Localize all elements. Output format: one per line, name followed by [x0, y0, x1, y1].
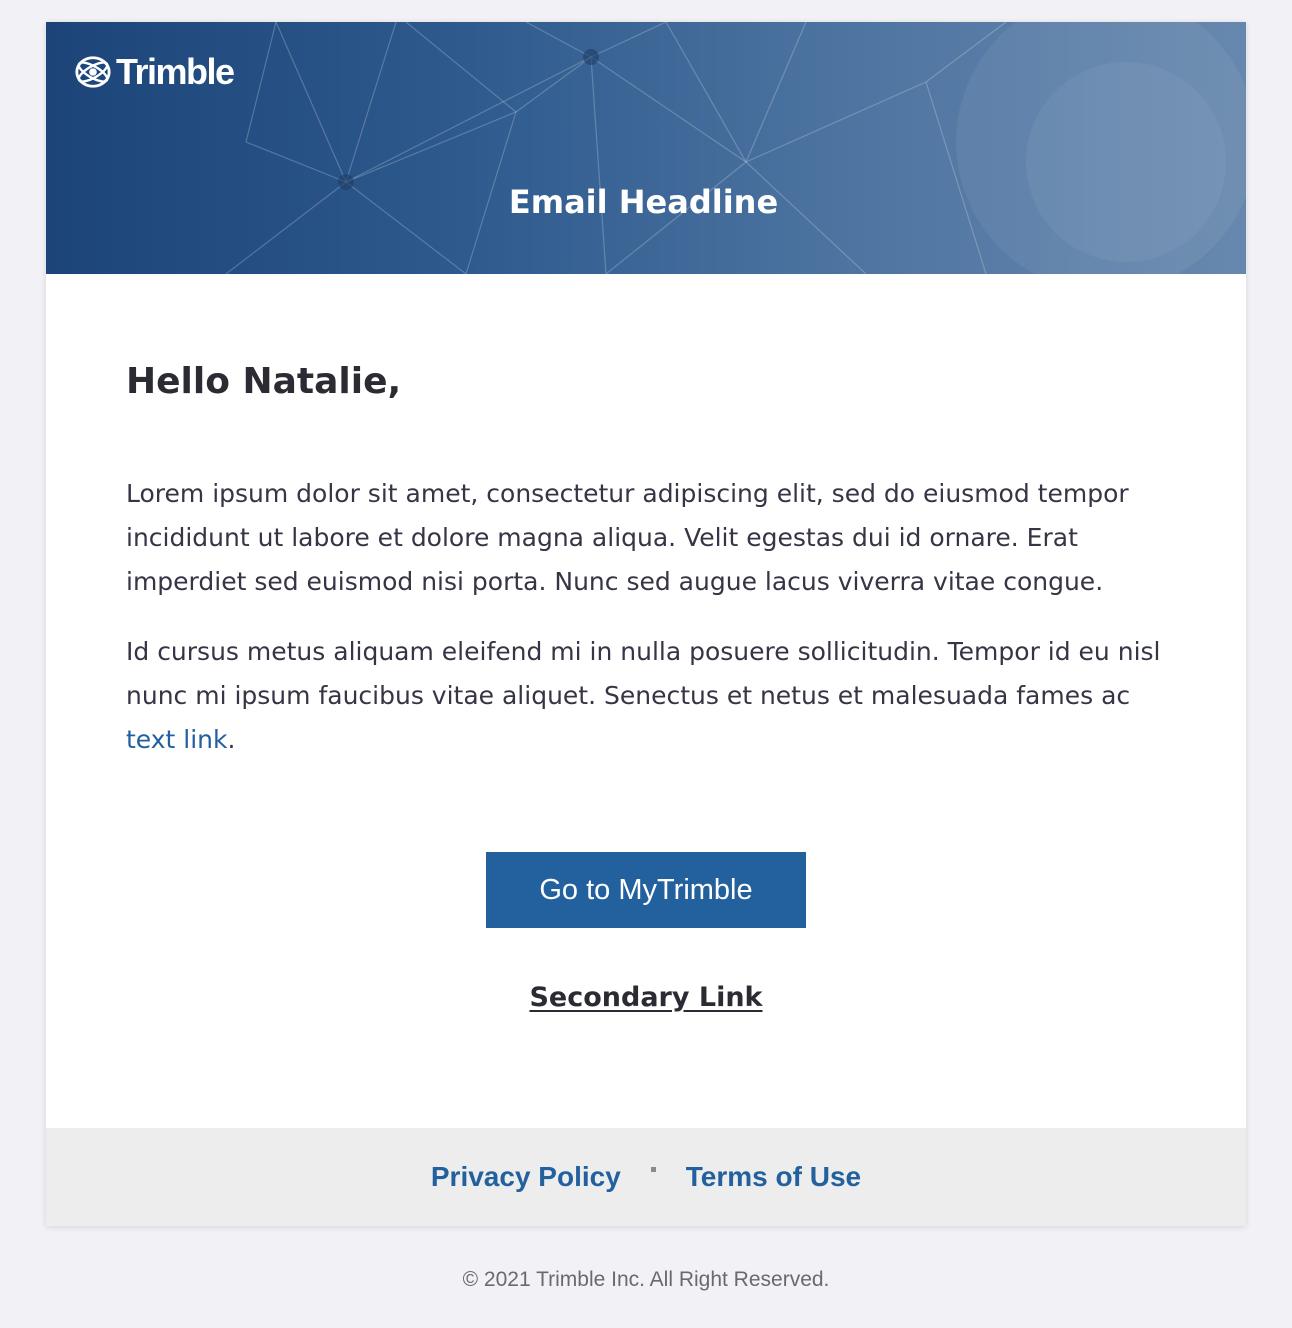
privacy-policy-link[interactable]: Privacy Policy — [431, 1161, 621, 1193]
email-card: Trimble Email Headline Hello Natalie, Lo… — [46, 22, 1246, 1226]
secondary-link-row: Secondary Link — [46, 978, 1246, 1018]
copyright-text: © 2021 Trimble Inc. All Right Reserved. — [462, 1268, 830, 1291]
footer-links-bar: Privacy Policy Terms of Use — [46, 1128, 1246, 1226]
paragraph-2-text: Id cursus metus aliquam eleifend mi in n… — [126, 637, 1161, 710]
email-headline: Email Headline — [508, 183, 779, 221]
paragraph-2-end: . — [227, 725, 236, 754]
body-paragraph-2: Id cursus metus aliquam eleifend mi in n… — [126, 630, 1170, 762]
header-banner: Trimble Email Headline — [46, 22, 1246, 274]
trimble-logo[interactable]: Trimble — [74, 51, 235, 92]
logo-wordmark: Trimble — [116, 51, 235, 92]
inline-text-link[interactable]: text link — [126, 725, 228, 754]
go-to-mytrimble-button[interactable]: Go to MyTrimble — [486, 852, 806, 928]
email-body: Hello Natalie, Lorem ipsum dolor sit ame… — [126, 274, 1170, 762]
body-paragraph-1: Lorem ipsum dolor sit amet, consectetur … — [126, 479, 1129, 596]
secondary-link[interactable]: Secondary Link — [529, 982, 762, 1013]
separator-dot — [650, 1166, 656, 1172]
terms-of-use-link[interactable]: Terms of Use — [686, 1161, 861, 1193]
greeting-heading: Hello Natalie, — [126, 361, 402, 402]
trimble-globe-icon — [75, 56, 111, 88]
